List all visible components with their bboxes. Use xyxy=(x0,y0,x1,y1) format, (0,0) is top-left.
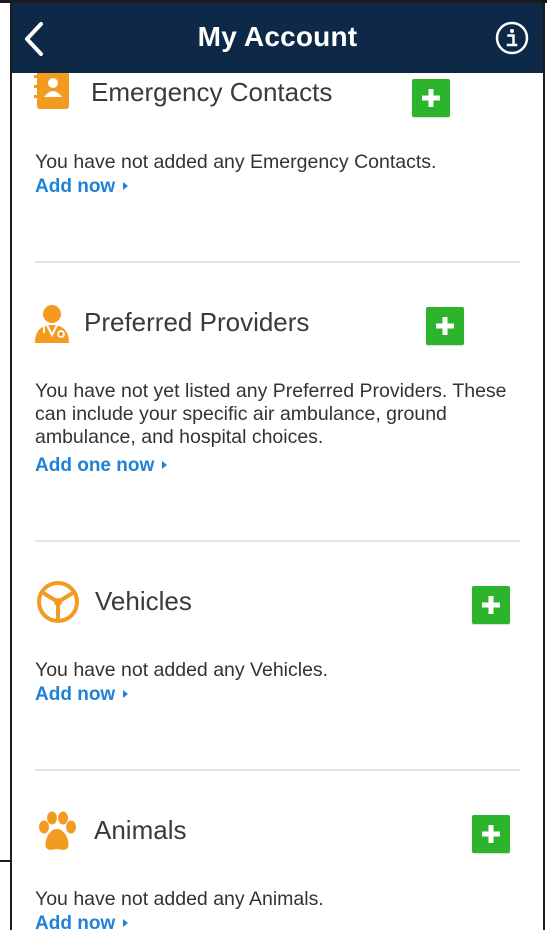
section-message: You have not added any Animals. xyxy=(35,888,324,910)
page-title: My Account xyxy=(197,21,358,52)
steering-wheel-icon xyxy=(37,581,79,623)
caret-right-icon xyxy=(162,460,168,469)
section-title: Animals xyxy=(94,815,187,845)
doctor-icon xyxy=(35,305,69,343)
add-emergency-contact-button[interactable] xyxy=(412,79,450,117)
section-emergency-contacts: Emergency Contacts You have not added an… xyxy=(12,73,543,263)
section-vehicles: Vehicles You have not added any Vehicles… xyxy=(12,542,543,770)
add-link-label: Add now xyxy=(35,176,116,197)
caret-right-icon xyxy=(123,918,129,927)
add-now-link[interactable]: Add now xyxy=(35,684,129,706)
frame-border-fragment xyxy=(0,860,10,862)
add-preferred-provider-button[interactable] xyxy=(426,307,464,345)
add-link-label: Add now xyxy=(35,913,116,930)
frame-border-right xyxy=(543,0,545,930)
section-title: Vehicles xyxy=(95,586,192,616)
plus-icon xyxy=(436,317,454,335)
add-now-link[interactable]: Add now xyxy=(35,176,129,198)
section-message: You have not added any Emergency Contact… xyxy=(35,151,437,173)
add-vehicle-button[interactable] xyxy=(472,586,510,624)
caret-right-icon xyxy=(123,689,129,698)
section-animals: Animals You have not added any Animals. … xyxy=(12,771,543,930)
add-now-link[interactable]: Add now xyxy=(35,913,129,930)
section-title: Emergency Contacts xyxy=(91,77,333,107)
section-title: Preferred Providers xyxy=(84,307,310,337)
plus-icon xyxy=(482,596,500,614)
account-content[interactable]: Emergency Contacts You have not added an… xyxy=(12,73,543,930)
add-link-label: Add now xyxy=(35,684,116,705)
section-message: You have not yet listed any Preferred Pr… xyxy=(35,380,507,448)
app-header: My Account xyxy=(12,3,543,73)
paw-icon xyxy=(39,811,76,850)
add-link-label: Add one now xyxy=(35,455,155,476)
plus-icon xyxy=(482,825,500,843)
add-animal-button[interactable] xyxy=(472,815,510,853)
plus-icon xyxy=(422,89,440,107)
caret-right-icon xyxy=(123,181,129,190)
section-message: You have not added any Vehicles. xyxy=(35,659,329,681)
section-preferred-providers: Preferred Providers You have not yet lis… xyxy=(12,263,543,541)
contact-book-icon xyxy=(34,73,69,109)
info-icon xyxy=(495,21,529,55)
info-button[interactable] xyxy=(495,21,529,55)
add-one-now-link[interactable]: Add one now xyxy=(35,455,168,477)
